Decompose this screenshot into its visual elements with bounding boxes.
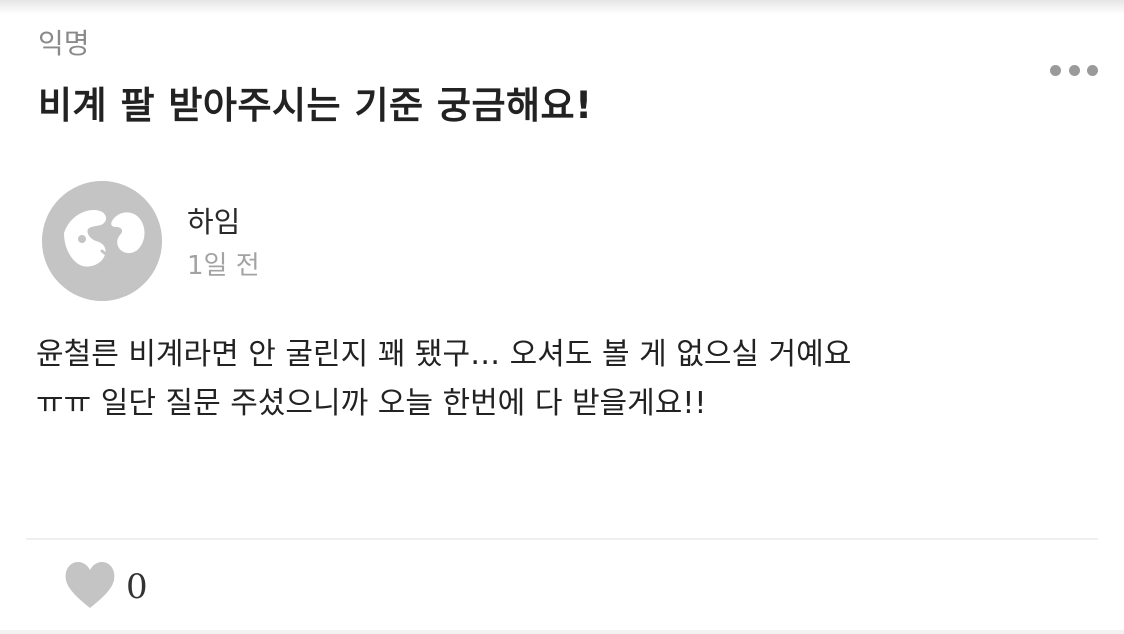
more-options-button[interactable] <box>1050 56 1098 84</box>
author-name[interactable]: 하임 <box>187 200 240 244</box>
header-shadow <box>0 0 1124 14</box>
more-horizontal-icon-dot <box>1087 64 1098 76</box>
avatar[interactable] <box>42 181 162 301</box>
board-label: 익명 <box>38 27 90 60</box>
more-horizontal-icon <box>1050 64 1061 76</box>
like-button[interactable] <box>64 558 116 614</box>
post-body: 윤철른 비계라면 안 굴린지 꽤 됐구… 오셔도 볼 게 없으실 거예요 ㅠㅠ … <box>36 330 1096 428</box>
post-title: 비계 팔 받아주시는 기준 궁금해요! <box>38 84 593 127</box>
like-count: 0 <box>126 567 148 607</box>
post-timestamp: 1일 전 <box>187 251 260 281</box>
heart-icon <box>65 562 115 608</box>
more-horizontal-icon-dot <box>1068 64 1080 76</box>
post-body-line: ㅠㅠ 일단 질문 주셨으니까 오늘 한번에 다 받을게요!! <box>36 386 707 421</box>
default-avatar-icon <box>42 181 162 301</box>
post-body-line: 윤철른 비계라면 안 굴린지 꽤 됐구… 오셔도 볼 게 없으실 거예요 <box>36 337 852 372</box>
bottom-divider <box>0 630 1124 634</box>
divider <box>26 538 1098 540</box>
